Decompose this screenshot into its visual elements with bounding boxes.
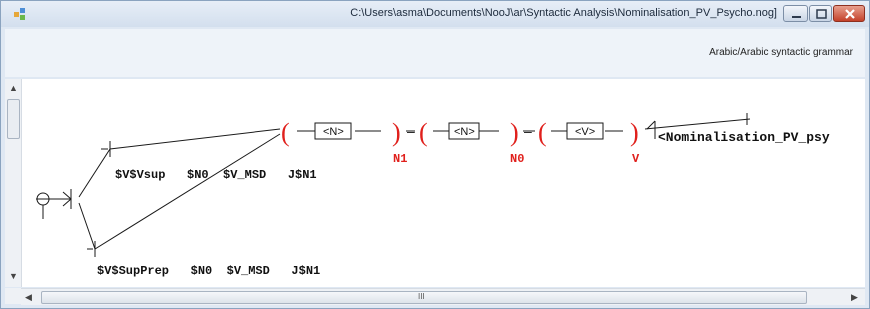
close-paren-n1: ) — [392, 118, 401, 147]
open-paren-v: ( — [538, 118, 547, 147]
scroll-corner — [5, 288, 21, 304]
maximize-icon — [816, 9, 827, 19]
close-paren-n0: ) — [510, 118, 519, 147]
close-icon — [845, 9, 855, 19]
vertical-scroll-thumb[interactable] — [7, 99, 20, 139]
grammar-graph[interactable]: ( ) ( ) ( ) – – <N> <N> <V> N1 N0 V <Nom… — [5, 79, 865, 287]
variable-n1: N1 — [393, 152, 407, 166]
close-button[interactable] — [833, 5, 865, 22]
grammar-type-label: Arabic/Arabic syntactic grammar — [709, 47, 853, 58]
close-paren-v: ) — [630, 118, 639, 147]
scroll-up-icon[interactable]: ▲ — [9, 83, 18, 93]
top-branch-output: $V$Vsup $N0 $V_MSD J$N1 — [115, 168, 317, 182]
bottom-branch-output: $V$SupPrep $N0 $V_MSD J$N1 — [97, 264, 320, 278]
title-bar[interactable]: C:\Users\asma\Documents\NooJ\ar\Syntacti… — [1, 1, 869, 27]
scroll-down-icon[interactable]: ▼ — [9, 271, 18, 281]
open-paren-n1: ( — [281, 118, 290, 147]
graph-canvas[interactable]: ( ) ( ) ( ) – – <N> <N> <V> N1 N0 V <Nom… — [5, 79, 865, 287]
scroll-right-icon[interactable]: ▶ — [851, 292, 858, 302]
horizontal-scroll-thumb[interactable]: III — [41, 291, 807, 304]
grammar-window: C:\Users\asma\Documents\NooJ\ar\Syntacti… — [0, 0, 870, 309]
open-paren-n0: ( — [419, 118, 428, 147]
variable-v: V — [632, 152, 640, 166]
horizontal-scrollbar[interactable]: ◀ III ▶ — [21, 288, 865, 305]
scroll-left-icon[interactable]: ◀ — [25, 292, 32, 302]
maximize-button[interactable] — [809, 5, 832, 22]
dash-1: – — [407, 123, 415, 139]
minimize-button[interactable] — [783, 5, 808, 22]
minimize-icon — [792, 16, 801, 18]
output-label: <Nominalisation_PV_psy — [658, 130, 830, 145]
node-label-v: <V> — [575, 126, 595, 138]
dash-2: – — [524, 123, 532, 139]
variable-n0: N0 — [510, 152, 524, 166]
app-icon — [14, 8, 25, 20]
node-label-n1: <N> — [323, 126, 344, 138]
grammar-info-bar: Arabic/Arabic syntactic grammar — [5, 29, 865, 77]
scroll-grip-label: III — [418, 292, 425, 301]
window-title: C:\Users\asma\Documents\NooJ\ar\Syntacti… — [350, 7, 777, 19]
node-label-n0: <N> — [454, 126, 475, 138]
vertical-scrollbar[interactable]: ▲ ▼ — [5, 79, 22, 287]
